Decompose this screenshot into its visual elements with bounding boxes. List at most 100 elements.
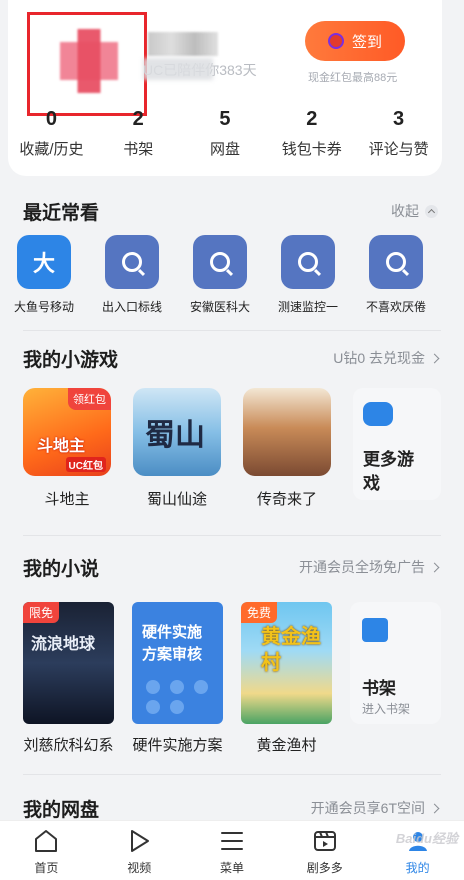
novel-tile[interactable]: 硬件实施方案审核 硬件实施方案 [132, 602, 223, 755]
game-label: 斗地主 [44, 491, 90, 508]
recent-item[interactable]: 安徽医科大 [176, 235, 264, 315]
novel-cover: 硬件实施方案审核 [132, 602, 223, 724]
recent-item[interactable]: 不喜欢厌倦 [352, 235, 440, 315]
nav-label: 菜单 [219, 861, 244, 875]
avatar[interactable] [60, 29, 118, 93]
search-icon [105, 235, 159, 289]
novel-cover: 限免 流浪地球 [23, 602, 114, 724]
stat-label: 网盘 [209, 141, 240, 158]
nav-drama[interactable]: 剧多多 [278, 821, 371, 880]
signin-button[interactable]: 签到 [305, 21, 405, 61]
novel-tile[interactable]: 限免 流浪地球 刘慈欣科幻系 [23, 602, 114, 755]
days-blur-overlay [143, 58, 213, 80]
novel-tile[interactable]: 免费 黄金渔村 黄金渔村 [241, 602, 332, 755]
book-icon [362, 618, 388, 642]
recent-item-label: 测速监控一 [277, 300, 338, 314]
nav-label: 剧多多 [306, 861, 343, 875]
search-icon [281, 235, 335, 289]
recent-item-label: 不喜欢厌倦 [365, 300, 426, 314]
redeem-label: U钻0 去兑现金 [333, 350, 425, 366]
novel-cover: 免费 黄金渔村 [241, 602, 332, 724]
bookshelf-button[interactable]: 书架 进入书架 [350, 602, 441, 724]
limited-free-tag: 限免 [23, 602, 60, 623]
games-redeem-link[interactable]: U钻0 去兑现金 [333, 348, 440, 368]
signin-icon [327, 33, 344, 49]
uc-red-packet-tag: UC红包 [65, 457, 106, 472]
doudizhu-art-text: 斗地主 [37, 438, 86, 455]
chevron-right-icon [429, 562, 440, 572]
stat-wallet-coupons[interactable]: 2 钱包卡券 [268, 108, 355, 159]
nav-label: 视频 [127, 861, 152, 875]
stat-label: 书架 [123, 141, 154, 158]
recent-item[interactable]: 大 大鱼号移动 [0, 235, 88, 315]
stat-favorites-history[interactable]: 0 收藏/历史 [8, 108, 95, 159]
home-icon [35, 830, 58, 852]
netdisk-section-title: 我的网盘 [23, 800, 100, 821]
divider [23, 774, 441, 775]
collapse-label: 收起 [391, 203, 419, 219]
stat-number: 2 [306, 108, 318, 130]
novels-section-title: 我的小说 [23, 559, 100, 580]
nav-video[interactable]: 视频 [93, 821, 186, 880]
stat-label: 评论与赞 [368, 141, 429, 158]
play-icon [131, 830, 150, 852]
chevron-up-icon [425, 204, 438, 218]
stat-number: 3 [393, 108, 405, 130]
vip-label: 开通会员全场免广告 [299, 559, 425, 575]
free-tag: 免费 [241, 602, 278, 623]
game-tile[interactable]: 蜀山 蜀山仙途 [133, 388, 221, 509]
stat-netdisk[interactable]: 5 网盘 [182, 108, 269, 159]
stat-number: 0 [45, 108, 57, 130]
netdisk-vip-label: 开通会员享6T空间 [310, 800, 425, 816]
more-games-button[interactable]: 更多游戏 [353, 388, 441, 500]
game-label: 传奇来了 [256, 491, 317, 508]
novel-label: 硬件实施方案 [132, 737, 223, 754]
nav-home[interactable]: 首页 [0, 821, 93, 880]
bookshelf-title: 书架 [362, 679, 396, 698]
film-icon [313, 831, 336, 851]
cover-title: 黄金渔村 [261, 626, 321, 674]
recent-section-title: 最近常看 [23, 203, 100, 224]
gamepad-icon [363, 402, 393, 426]
divider [23, 535, 441, 536]
shushan-art-text: 蜀山 [145, 418, 205, 453]
dayu-app-icon: 大 [17, 235, 71, 289]
legend-game-icon [243, 388, 331, 476]
stat-comments-likes[interactable]: 3 评论与赞 [355, 108, 442, 159]
profile-card: UC已陪伴你383天 签到 现金红包最高88元 0 收藏/历史 2 书架 5 网… [8, 0, 442, 176]
stat-number: 5 [219, 108, 231, 130]
netdisk-vip-link[interactable]: 开通会员享6T空间 [310, 798, 440, 818]
search-icon [193, 235, 247, 289]
nav-label: 我的 [405, 861, 430, 875]
game-tile[interactable]: 传奇来了 [243, 388, 331, 509]
stat-label: 收藏/历史 [19, 141, 84, 158]
nav-label: 首页 [34, 861, 59, 875]
stat-label: 钱包卡券 [281, 141, 342, 158]
stat-number: 2 [132, 108, 144, 130]
recent-item[interactable]: 出入口标线 [88, 235, 176, 315]
red-packet-badge: 领红包 [68, 388, 111, 410]
chevron-right-icon [429, 353, 440, 363]
divider [23, 330, 441, 331]
games-section-title: 我的小游戏 [23, 350, 119, 371]
recent-item-label: 安徽医科大 [189, 300, 250, 314]
novel-label: 刘慈欣科幻系 [23, 737, 114, 754]
nav-menu[interactable]: 菜单 [186, 821, 279, 880]
game-tile[interactable]: 领红包 斗地主 UC红包 斗地主 [23, 388, 111, 509]
recent-collapse-button[interactable]: 收起 [391, 201, 438, 221]
watermark: Baidu经验 [395, 831, 458, 846]
cover-title: 硬件实施方案审核 [142, 624, 203, 663]
stat-bookshelf[interactable]: 2 书架 [95, 108, 182, 159]
signin-label: 签到 [351, 33, 382, 51]
signin-subtext: 现金红包最高88元 [308, 72, 398, 84]
novels-vip-link[interactable]: 开通会员全场免广告 [299, 557, 440, 577]
username-blurred [148, 32, 218, 56]
recent-item-label: 大鱼号移动 [13, 300, 74, 314]
doudizhu-game-icon: 领红包 斗地主 UC红包 [23, 388, 111, 476]
recent-item-label: 出入口标线 [101, 300, 162, 314]
menu-icon [220, 832, 243, 850]
stats-row: 0 收藏/历史 2 书架 5 网盘 2 钱包卡券 3 评论与赞 [8, 108, 442, 159]
cover-title: 流浪地球 [31, 636, 96, 653]
search-icon [369, 235, 423, 289]
recent-item[interactable]: 测速监控一 [264, 235, 352, 315]
